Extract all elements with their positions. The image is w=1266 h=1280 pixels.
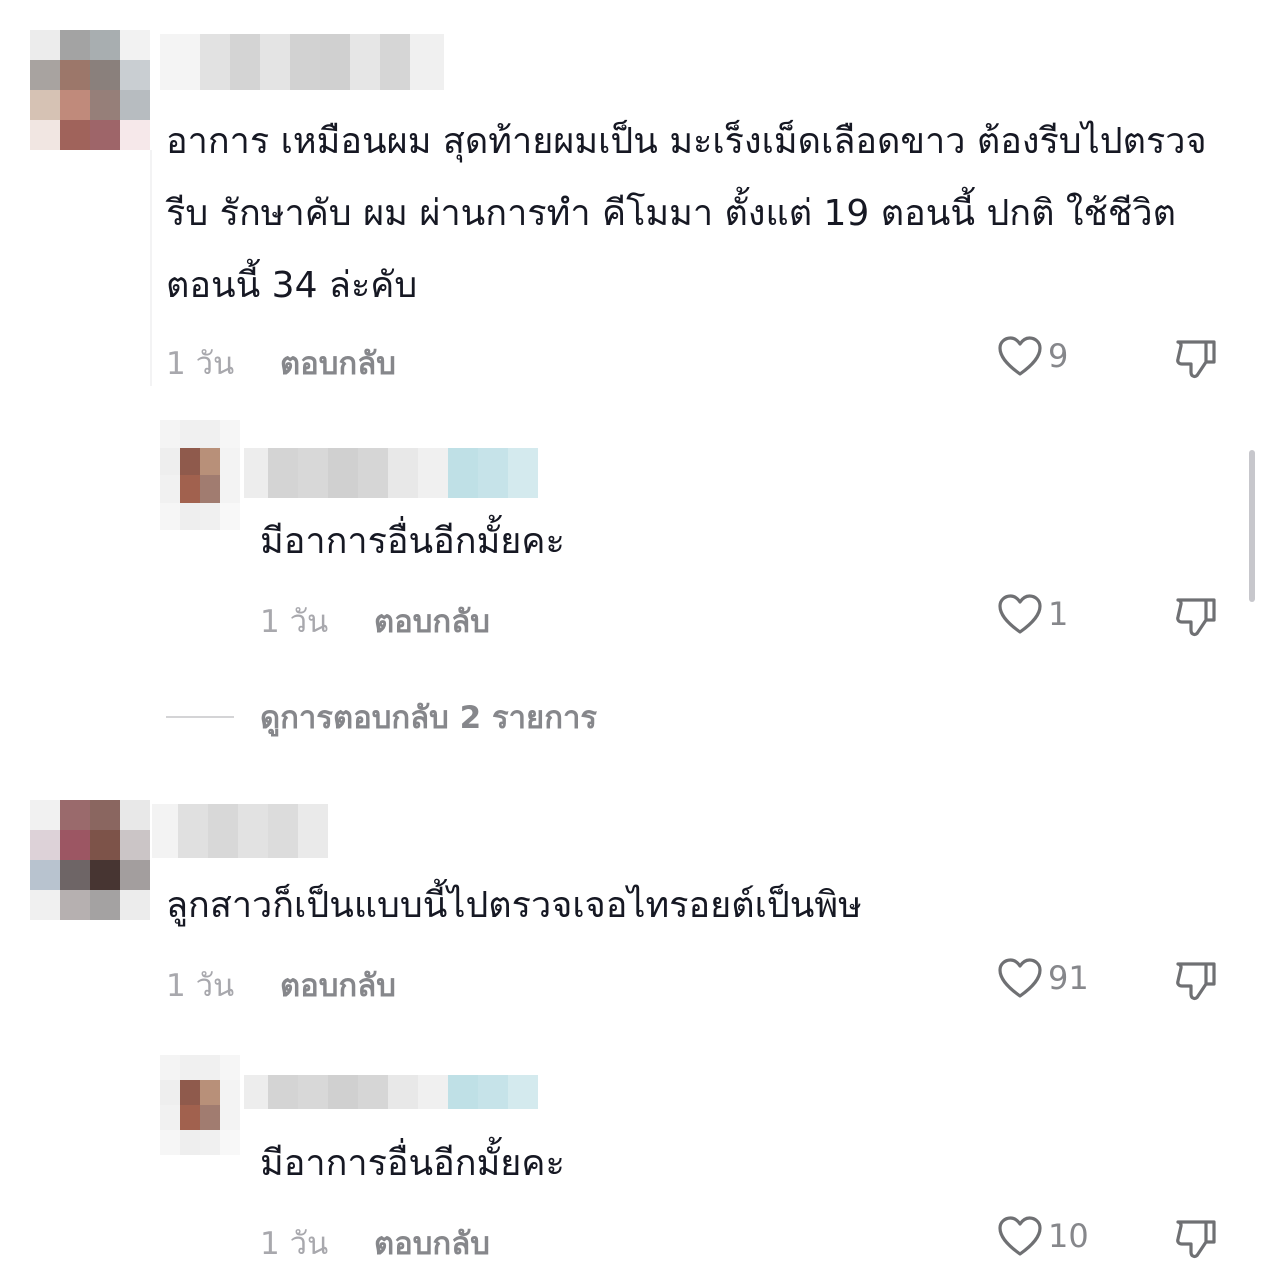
dislike-button[interactable] bbox=[1172, 956, 1220, 1004]
scrollbar-thumb[interactable] bbox=[1249, 450, 1255, 602]
username-redacted[interactable] bbox=[160, 34, 444, 90]
reply-button[interactable]: ตอบกลับ bbox=[374, 1218, 490, 1268]
comment-text: อาการ เหมือนผม สุดท้ายผมเป็น มะเร็งเม็ดเ… bbox=[166, 121, 1207, 306]
dislike-button[interactable] bbox=[1172, 334, 1220, 382]
username-redacted[interactable] bbox=[244, 448, 538, 498]
like-button[interactable]: 1 bbox=[996, 592, 1068, 636]
avatar[interactable] bbox=[160, 420, 240, 530]
avatar[interactable] bbox=[30, 30, 150, 150]
reply-button[interactable]: ตอบกลับ bbox=[374, 596, 490, 646]
heart-outline-icon bbox=[998, 336, 1042, 376]
username-redacted[interactable] bbox=[244, 1075, 538, 1109]
like-button[interactable]: 9 bbox=[996, 334, 1068, 378]
reply-text: มีอาการอื่นอีกมั้ยคะ bbox=[260, 1143, 565, 1184]
avatar[interactable] bbox=[30, 800, 150, 920]
like-count: 1 bbox=[1048, 595, 1069, 633]
view-replies-button[interactable]: ดูการตอบกลับ 2 รายการ bbox=[166, 692, 597, 742]
comment-time: 1 วัน bbox=[166, 346, 235, 382]
heart-outline-icon bbox=[998, 594, 1042, 634]
username-redacted[interactable] bbox=[152, 804, 328, 858]
like-count: 9 bbox=[1048, 337, 1069, 375]
like-count: 91 bbox=[1048, 959, 1089, 997]
heart-outline-icon bbox=[998, 958, 1042, 998]
thumbs-down-icon bbox=[1176, 598, 1216, 637]
reply-button[interactable]: ตอบกลับ bbox=[280, 338, 396, 388]
heart-outline-icon bbox=[998, 1216, 1042, 1256]
dislike-button[interactable] bbox=[1172, 592, 1220, 640]
thumbs-down-icon bbox=[1176, 962, 1216, 1001]
like-button[interactable]: 91 bbox=[996, 956, 1089, 1000]
like-count: 10 bbox=[1048, 1217, 1089, 1255]
like-button[interactable]: 10 bbox=[996, 1214, 1089, 1258]
reply-text: มีอาการอื่นอีกมั้ยคะ bbox=[260, 521, 565, 562]
comment-time: 1 วัน bbox=[166, 968, 235, 1004]
avatar[interactable] bbox=[160, 1055, 240, 1155]
dislike-button[interactable] bbox=[1172, 1214, 1220, 1262]
thumbs-down-icon bbox=[1176, 340, 1216, 379]
reply-time: 1 วัน bbox=[260, 1226, 329, 1262]
reply-button[interactable]: ตอบกลับ bbox=[280, 960, 396, 1010]
divider bbox=[166, 716, 234, 718]
view-replies-label: ดูการตอบกลับ 2 รายการ bbox=[260, 700, 598, 736]
thread-line bbox=[150, 150, 152, 386]
comments-screen: อาการ เหมือนผม สุดท้ายผมเป็น มะเร็งเม็ดเ… bbox=[0, 0, 1266, 1280]
comment-text: ลูกสาวก็เป็นแบบนี้ไปตรวจเจอไทรอยต์เป็นพิ… bbox=[166, 885, 862, 926]
thumbs-down-icon bbox=[1176, 1220, 1216, 1259]
reply-time: 1 วัน bbox=[260, 604, 329, 640]
